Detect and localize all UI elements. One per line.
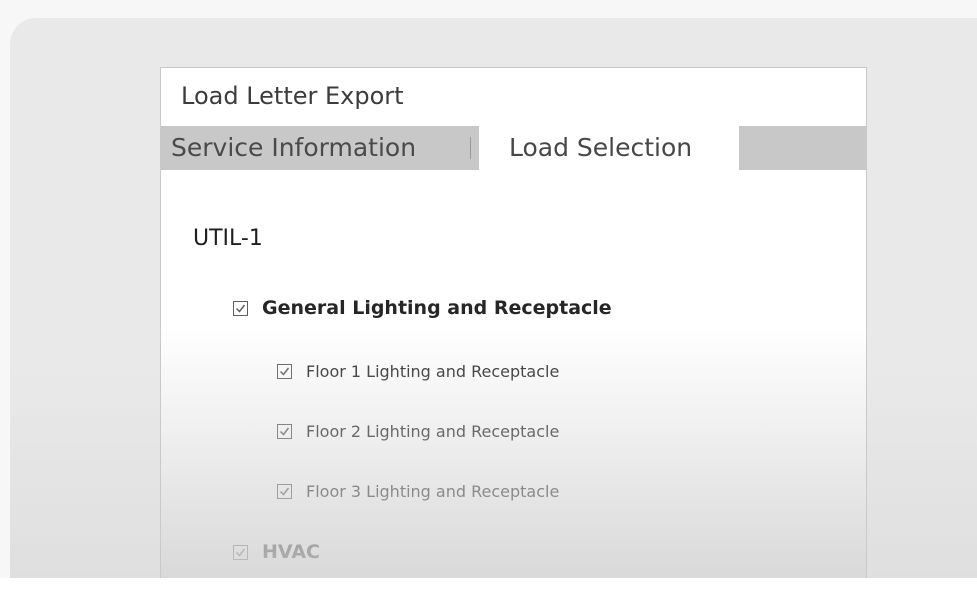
checkbox-hvac[interactable] [233, 544, 248, 560]
bottom-strip [0, 578, 977, 594]
load-item-label: General Lighting and Receptacle [262, 297, 612, 319]
tab-load-selection[interactable]: Load Selection [479, 126, 739, 170]
load-item-hvac[interactable]: HVAC [233, 540, 320, 564]
load-item-label: Floor 2 Lighting and Receptacle [306, 421, 560, 441]
load-item-label: Floor 3 Lighting and Receptacle [306, 481, 560, 501]
checkbox-floor-2[interactable] [277, 423, 292, 439]
load-item-general-lighting[interactable]: General Lighting and Receptacle [233, 296, 612, 320]
load-item-label: HVAC [262, 541, 320, 563]
checkmark-icon [279, 427, 290, 436]
checkmark-icon [279, 367, 290, 376]
checkmark-icon [235, 304, 246, 313]
load-item-floor-1[interactable]: Floor 1 Lighting and Receptacle [277, 359, 559, 383]
checkmark-icon [235, 548, 246, 557]
load-letter-export-dialog: Load Letter Export Service Information L… [160, 67, 867, 579]
service-name: UTIL-1 [193, 226, 263, 251]
checkbox-general-lighting[interactable] [233, 300, 248, 316]
load-selection-content: UTIL-1 General Lighting and Receptacle F… [161, 170, 866, 579]
checkbox-floor-3[interactable] [277, 483, 292, 499]
tab-service-information[interactable]: Service Information [171, 126, 416, 170]
screen: Load Letter Export Service Information L… [0, 0, 977, 594]
checkbox-floor-1[interactable] [277, 363, 292, 379]
dialog-title: Load Letter Export [181, 82, 404, 110]
tab-strip: Service Information Load Selection [161, 126, 866, 170]
load-item-floor-3[interactable]: Floor 3 Lighting and Receptacle [277, 479, 559, 503]
dialog-title-bar: Load Letter Export [161, 68, 866, 126]
tab-separator [470, 137, 471, 159]
checkmark-icon [279, 487, 290, 496]
load-item-label: Floor 1 Lighting and Receptacle [306, 361, 560, 381]
load-item-floor-2[interactable]: Floor 2 Lighting and Receptacle [277, 419, 559, 443]
